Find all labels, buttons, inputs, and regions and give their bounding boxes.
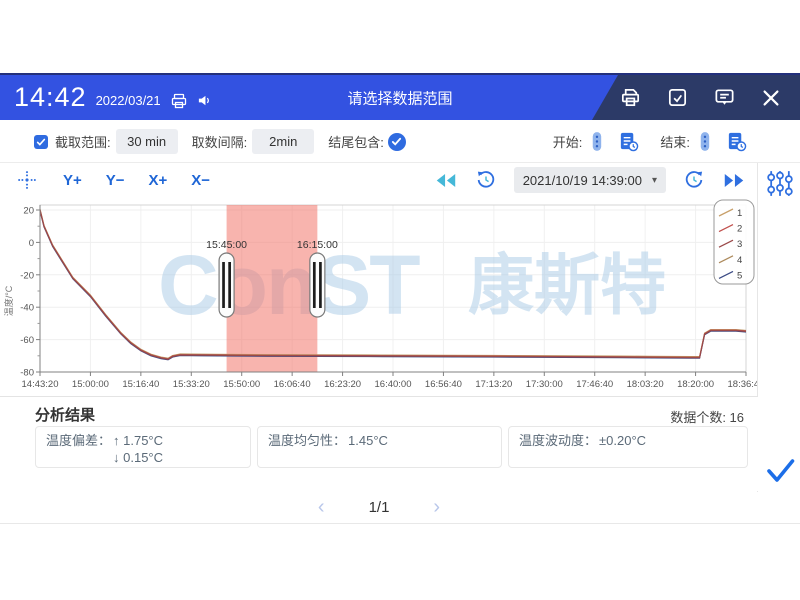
chart-toolbar-right: 2021/10/19 14:39:00 ▾ bbox=[434, 167, 746, 193]
printer-icon[interactable] bbox=[171, 93, 187, 109]
datetime-select[interactable]: 2021/10/19 14:39:00 ▾ bbox=[514, 167, 666, 193]
message-icon[interactable] bbox=[713, 86, 736, 109]
titlebar-actions bbox=[592, 75, 800, 120]
legend-item-label: 4 bbox=[737, 255, 742, 266]
uniformity-label: 温度均匀性： bbox=[268, 433, 346, 450]
y-plus-button[interactable]: Y+ bbox=[63, 172, 82, 189]
legend-item-label: 2 bbox=[737, 224, 742, 235]
x-plus-button[interactable]: X+ bbox=[149, 172, 168, 189]
history-back-icon[interactable] bbox=[475, 169, 497, 191]
prev-page-button[interactable]: ‹ bbox=[318, 497, 325, 517]
y-tick-label: -80 bbox=[20, 368, 34, 379]
end-time-icon[interactable] bbox=[726, 131, 747, 152]
y-tick-label: 0 bbox=[29, 238, 34, 249]
fluctuation-box: 温度波动度： ±0.20°C bbox=[508, 426, 748, 468]
clock-time: 14:42 bbox=[14, 82, 87, 113]
confirm-button[interactable] bbox=[762, 451, 798, 492]
y-tick-label: -40 bbox=[20, 303, 34, 314]
y-axis-title: 温度/°C bbox=[3, 285, 14, 316]
channel-mixer-icon[interactable] bbox=[765, 169, 795, 203]
legend-item-label: 3 bbox=[737, 239, 742, 250]
analysis-boxes: 温度偏差： ↑ 1.75°C ↓ 0.15°C 温度均匀性： 1.45°C 温度… bbox=[35, 426, 748, 468]
x-tick-label: 18:03:20 bbox=[627, 379, 664, 390]
y-tick-label: 20 bbox=[23, 206, 34, 217]
svg-text:康斯特: 康斯特 bbox=[468, 248, 666, 322]
pagination: ‹ 1/1 › bbox=[0, 492, 758, 522]
interval-label: 取数间隔: bbox=[192, 132, 248, 151]
x-minus-button[interactable]: X− bbox=[191, 172, 210, 189]
selection-band[interactable] bbox=[227, 205, 318, 372]
x-tick-label: 15:50:00 bbox=[223, 379, 260, 390]
start-handle-icon[interactable] bbox=[589, 131, 604, 152]
history-forward-icon[interactable] bbox=[683, 169, 705, 191]
x-tick-label: 14:43:20 bbox=[22, 379, 59, 390]
interval-value[interactable]: 2min bbox=[252, 129, 314, 154]
range-controls: 截取范围: 30 min 取数间隔: 2min 结尾包含: 开始: 结束: bbox=[0, 121, 800, 163]
datetime-value: 2021/10/19 14:39:00 bbox=[523, 173, 642, 188]
crop-range-value[interactable]: 30 min bbox=[116, 129, 178, 154]
uniformity-box: 温度均匀性： 1.45°C bbox=[257, 426, 502, 468]
legend-item-label: 5 bbox=[737, 270, 742, 281]
next-page-button[interactable]: › bbox=[433, 497, 440, 517]
fluctuation-label: 温度波动度： bbox=[519, 433, 597, 450]
rewind-icon[interactable] bbox=[434, 172, 458, 189]
x-tick-label: 15:16:40 bbox=[122, 379, 159, 390]
end-label: 结束: bbox=[660, 132, 690, 151]
start-time-icon[interactable] bbox=[618, 131, 639, 152]
x-tick-label: 16:23:20 bbox=[324, 379, 361, 390]
close-icon[interactable] bbox=[760, 87, 782, 109]
chart-legend: 1 2 3 4 5 bbox=[714, 200, 754, 284]
handle-time-label: 16:15:00 bbox=[297, 239, 338, 251]
data-count: 数据个数: 16 bbox=[670, 407, 744, 426]
clock-date: 2022/03/21 bbox=[96, 93, 161, 108]
x-tick-label: 17:13:20 bbox=[475, 379, 512, 390]
export-print-icon[interactable] bbox=[619, 86, 642, 109]
y-minus-button[interactable]: Y− bbox=[106, 172, 125, 189]
x-tick-label: 17:30:00 bbox=[526, 379, 563, 390]
crosshair-move-icon[interactable] bbox=[15, 168, 39, 192]
deviation-box: 温度偏差： ↑ 1.75°C ↓ 0.15°C bbox=[35, 426, 251, 468]
analysis-heading: 分析结果 bbox=[35, 404, 95, 425]
crop-range-checkbox[interactable] bbox=[34, 135, 48, 149]
fluctuation-value: ±0.20°C bbox=[599, 433, 737, 450]
fast-forward-icon[interactable] bbox=[722, 172, 746, 189]
titlebar: 14:42 2022/03/21 请选择数据范围 bbox=[0, 73, 800, 120]
uniformity-value: 1.45°C bbox=[348, 433, 491, 450]
screen: 14:42 2022/03/21 请选择数据范围 bbox=[0, 0, 800, 600]
task-check-icon[interactable] bbox=[666, 86, 689, 109]
titlebar-left: 14:42 2022/03/21 bbox=[14, 75, 212, 120]
y-tick-label: -60 bbox=[20, 335, 34, 346]
include-end-label: 结尾包含: bbox=[328, 132, 384, 151]
speaker-icon[interactable] bbox=[197, 93, 212, 108]
right-rail bbox=[757, 163, 800, 493]
deviation-up-value: ↑ 1.75°C bbox=[113, 433, 240, 450]
analysis-section: 分析结果 数据个数: 16 温度偏差： ↑ 1.75°C ↓ 0.15°C 温度… bbox=[0, 396, 758, 491]
temperature-chart: ConST康斯特14:43:2015:00:0015:16:4015:33:20… bbox=[0, 196, 758, 396]
x-tick-label: 17:46:40 bbox=[576, 379, 613, 390]
chart-toolbar: Y+ Y− X+ X− 2021/10/19 14:39:00 ▾ bbox=[0, 164, 758, 196]
page-indicator: 1/1 bbox=[369, 499, 390, 516]
include-end-check-icon[interactable] bbox=[388, 133, 406, 151]
x-tick-label: 16:56:40 bbox=[425, 379, 462, 390]
x-tick-label: 15:00:00 bbox=[72, 379, 109, 390]
chevron-down-icon: ▾ bbox=[652, 175, 657, 186]
x-tick-label: 15:33:20 bbox=[173, 379, 210, 390]
page-title: 请选择数据范围 bbox=[347, 87, 452, 108]
crop-range-label: 截取范围: bbox=[55, 132, 111, 151]
x-tick-label: 18:36:40 bbox=[728, 379, 758, 390]
window-bottom-divider bbox=[0, 523, 800, 524]
deviation-down-value: ↓ 0.15°C bbox=[113, 450, 240, 467]
x-tick-label: 18:20:00 bbox=[677, 379, 714, 390]
y-tick-label: -20 bbox=[20, 270, 34, 281]
deviation-label: 温度偏差： bbox=[46, 433, 111, 450]
end-handle-icon[interactable] bbox=[697, 131, 712, 152]
start-label: 开始: bbox=[553, 132, 583, 151]
legend-item-label: 1 bbox=[737, 208, 742, 219]
handle-time-label: 15:45:00 bbox=[206, 239, 247, 251]
x-tick-label: 16:06:40 bbox=[274, 379, 311, 390]
x-tick-label: 16:40:00 bbox=[375, 379, 412, 390]
